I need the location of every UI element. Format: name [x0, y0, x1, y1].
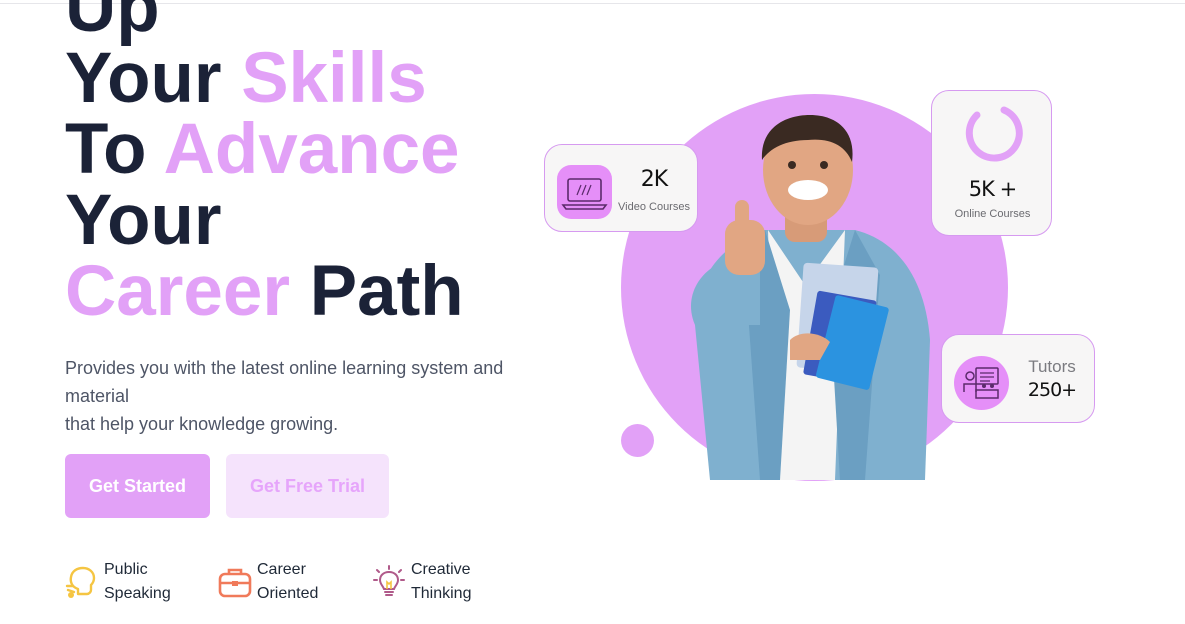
hero-description: Provides you with the latest online lear…	[65, 354, 525, 438]
hero-description-line-1: Provides you with the latest online lear…	[65, 358, 504, 406]
feature-label-line-2: Oriented	[257, 585, 319, 602]
head-speaking-icon	[65, 566, 96, 598]
hero-line-5: Career Path	[65, 256, 585, 327]
get-started-button[interactable]: Get Started	[65, 454, 210, 518]
hero-title: Up Your Skills To Advance Your Career Pa…	[65, 0, 585, 327]
hero-line-2: Your Skills	[65, 43, 585, 114]
stat-card-video-courses: 2K Video Courses	[544, 144, 698, 232]
feature-label: Creative Thinking	[411, 558, 491, 606]
feature-career-oriented: Career Oriented	[217, 558, 337, 606]
hero-line-1: Up	[65, 0, 160, 47]
stat-card-tutors: Tutors 250+	[941, 334, 1095, 423]
stat-value: 250+	[1027, 379, 1077, 401]
hero-word-your: Your	[65, 39, 222, 118]
feature-label-line-1: Career	[257, 561, 306, 578]
presentation-icon	[954, 356, 1009, 410]
briefcase-icon	[218, 568, 252, 598]
hero-description-line-2: that help your knowledge growing.	[65, 414, 339, 434]
stat-value: 2K	[640, 167, 668, 192]
feature-label-line-1: Public	[104, 561, 148, 578]
laptop-icon	[557, 165, 612, 219]
feature-label-line-2: Thinking	[411, 585, 472, 602]
stat-label: Video Courses	[618, 201, 690, 213]
progress-ring-icon	[965, 106, 1023, 162]
stat-label: Tutors	[1028, 357, 1076, 376]
hero-word-skills: Skills	[241, 39, 427, 118]
hero-word-advance: Advance	[163, 110, 460, 189]
stat-value: 5K +	[968, 177, 1017, 201]
feature-creative-thinking: Creative Thinking	[371, 558, 491, 606]
feature-label-line-2: Speaking	[104, 585, 171, 602]
hero-word-to: To	[65, 110, 147, 189]
hero-line-4: Your	[65, 181, 222, 260]
feature-label: Career Oriented	[257, 558, 337, 606]
feature-label: Public Speaking	[104, 558, 184, 606]
hero-word-path: Path	[309, 252, 464, 331]
stat-card-online-courses: 5K + Online Courses	[931, 90, 1052, 236]
feature-public-speaking: Public Speaking	[64, 558, 184, 606]
lightbulb-icon	[373, 565, 405, 596]
feature-label-line-1: Creative	[411, 561, 471, 578]
hero-word-career: Career	[65, 252, 290, 331]
hero-line-3: To Advance	[65, 114, 585, 185]
stat-label: Online Courses	[954, 208, 1031, 220]
get-free-trial-button[interactable]: Get Free Trial	[226, 454, 389, 518]
